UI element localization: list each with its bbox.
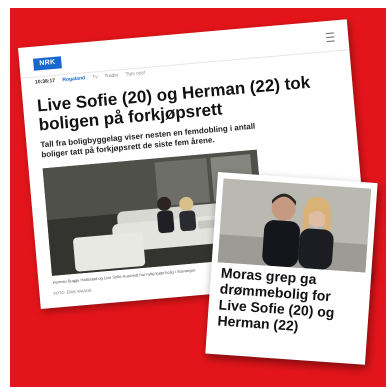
nav-region-link[interactable]: Rogaland	[62, 75, 85, 83]
nrk-logo[interactable]: NRK	[32, 56, 62, 71]
collage: NRK 10:38:17 Rogaland Tv Radio Tips oss!…	[0, 0, 388, 387]
inset-article-card: Moras grep ga drømmebolig for Live Sofie…	[205, 172, 378, 365]
couple-portrait-illustration	[217, 178, 372, 273]
inset-headline: Moras grep ga drømmebolig for Live Sofie…	[217, 264, 335, 334]
photo-credit: FOTO: ERIK WAAGE	[53, 287, 93, 296]
inset-photo	[217, 178, 372, 273]
nav-tips-link[interactable]: Tips oss!	[125, 70, 145, 78]
nav-radio-link[interactable]: Radio	[105, 72, 119, 79]
nav-tv-link[interactable]: Tv	[92, 74, 98, 80]
menu-icon[interactable]	[325, 32, 335, 43]
nav-time: 10:38:17	[34, 77, 56, 86]
